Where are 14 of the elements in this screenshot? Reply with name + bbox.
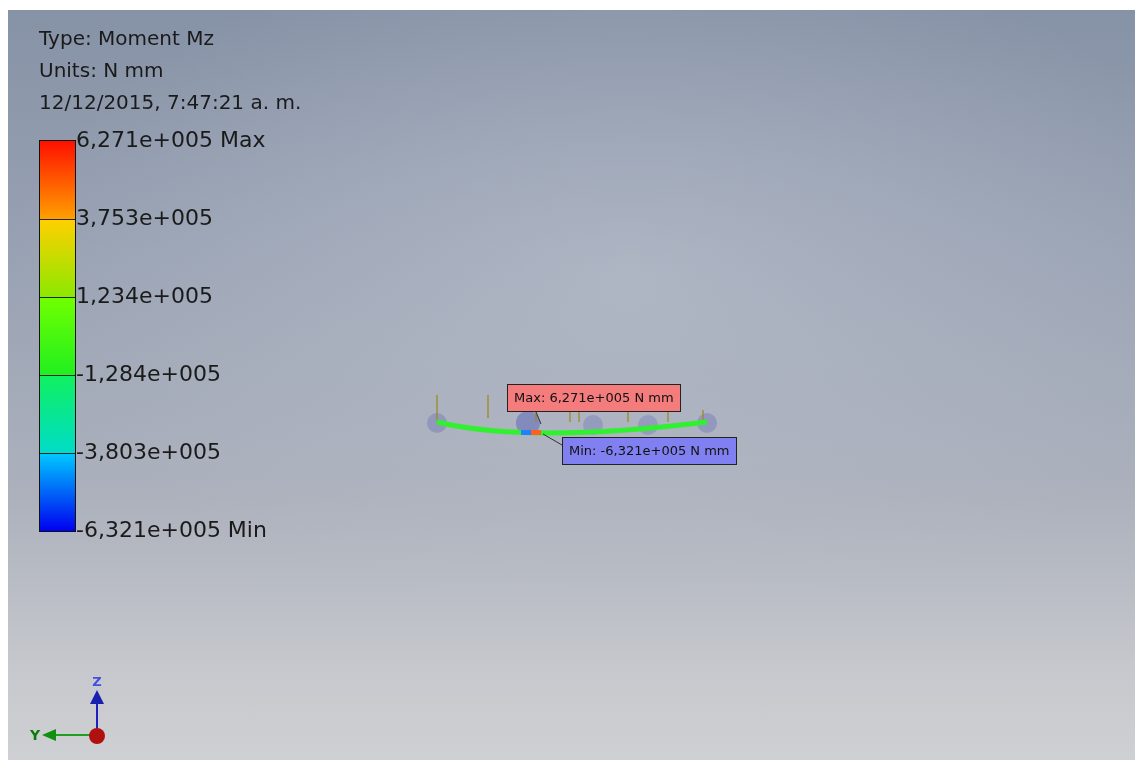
scale-value: 3,753e+005 <box>76 205 213 231</box>
scale-value: 1,234e+005 <box>76 283 213 309</box>
scale-value: -1,284e+005 <box>76 361 221 387</box>
info-type-text: Type: Moment Mz <box>39 25 214 52</box>
y-axis-label: Y <box>29 727 41 743</box>
z-axis-label: Z <box>92 674 102 689</box>
scale-value: -6,321e+005 Min <box>76 517 267 543</box>
timestamp-text: 12/12/2015, 7:47:21 a. m. <box>39 89 302 116</box>
scale-value: 6,271e+005 Max <box>76 127 266 153</box>
scale-value: -3,803e+005 <box>76 439 221 465</box>
origin-dot <box>89 728 105 744</box>
max-value-label: Max: 6,271e+005 N mm <box>507 384 681 412</box>
units-text: Units: N mm <box>39 57 164 84</box>
min-value-label: Min: -6,321e+005 N mm <box>562 437 737 465</box>
